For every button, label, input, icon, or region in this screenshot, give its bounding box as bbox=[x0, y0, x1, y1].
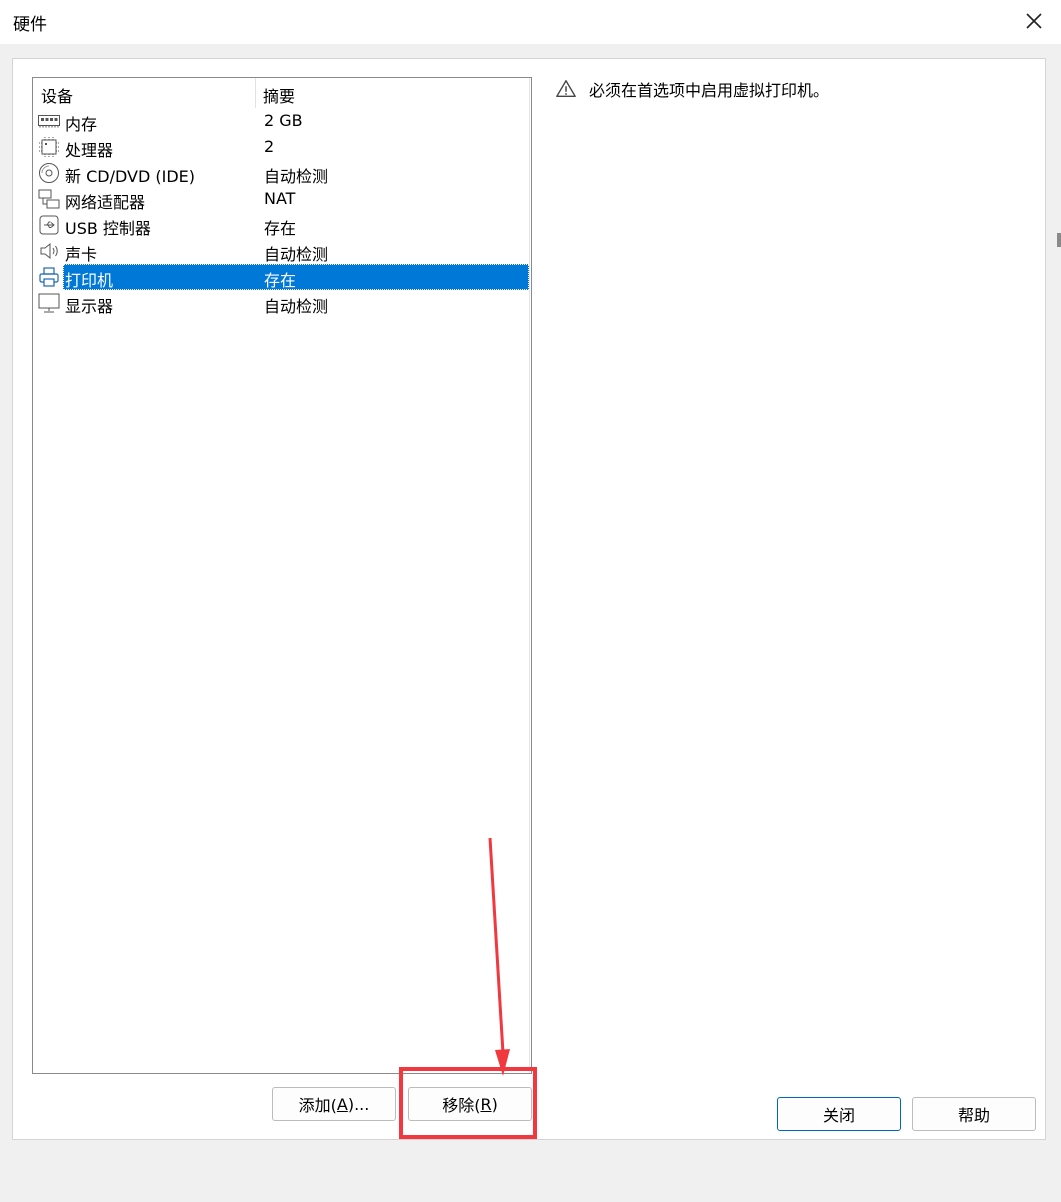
hardware-dialog: 硬件 设备 摘要 内存 2 GB 处理器 2 新 CD/DVD (IDE) 自动… bbox=[0, 0, 1061, 1202]
network-adapter-icon bbox=[38, 189, 60, 209]
device-name: 内存 bbox=[65, 115, 98, 134]
warning-icon bbox=[556, 80, 576, 98]
speaker-icon bbox=[40, 242, 58, 260]
warning-text: 必须在首选项中启用虚拟打印机。 bbox=[589, 81, 830, 100]
device-row-memory[interactable]: 内存 2 GB bbox=[33, 108, 531, 134]
device-name: USB 控制器 bbox=[65, 219, 151, 238]
device-summary: 存在 bbox=[264, 219, 297, 238]
column-divider[interactable] bbox=[255, 78, 256, 108]
device-name: 打印机 bbox=[65, 271, 114, 290]
help-button[interactable]: 帮助 bbox=[912, 1097, 1036, 1131]
device-row-sound-card[interactable]: 声卡 自动检测 bbox=[33, 238, 531, 264]
device-summary: 自动检测 bbox=[264, 245, 329, 264]
add-button[interactable]: 添加(A)... bbox=[272, 1087, 396, 1121]
device-list[interactable]: 设备 摘要 内存 2 GB 处理器 2 新 CD/DVD (IDE) 自动检测 … bbox=[32, 77, 532, 1074]
device-row-processor[interactable]: 处理器 2 bbox=[33, 134, 531, 160]
remove-button[interactable]: 移除(R) bbox=[408, 1087, 532, 1121]
remove-button-mnemonic: R bbox=[480, 1094, 492, 1114]
device-row-cd-dvd[interactable]: 新 CD/DVD (IDE) 自动检测 bbox=[33, 160, 531, 186]
remove-button-label-suffix: ) bbox=[491, 1094, 498, 1114]
device-summary: 存在 bbox=[264, 271, 297, 290]
warning-message: 必须在首选项中启用虚拟打印机。 bbox=[555, 77, 829, 101]
close-button[interactable]: 关闭 bbox=[777, 1097, 901, 1131]
device-summary: 自动检测 bbox=[264, 297, 329, 316]
processor-icon bbox=[39, 137, 59, 157]
device-name: 声卡 bbox=[65, 245, 98, 264]
add-button-label-suffix: )... bbox=[347, 1094, 370, 1114]
column-header-summary[interactable]: 摘要 bbox=[263, 83, 295, 107]
close-window-button[interactable] bbox=[1021, 8, 1047, 34]
usb-icon bbox=[39, 215, 59, 235]
display-icon bbox=[38, 293, 60, 313]
device-name: 网络适配器 bbox=[65, 193, 146, 212]
device-summary: 自动检测 bbox=[264, 167, 329, 186]
list-header: 设备 摘要 bbox=[33, 78, 531, 108]
device-row-usb-controller[interactable]: USB 控制器 存在 bbox=[33, 212, 531, 238]
memory-icon bbox=[38, 115, 60, 128]
cd-dvd-icon bbox=[39, 163, 59, 183]
device-name: 处理器 bbox=[65, 141, 114, 160]
device-summary: 2 bbox=[264, 137, 275, 156]
add-button-label-prefix: 添加( bbox=[298, 1096, 337, 1115]
window-title: 硬件 bbox=[13, 15, 47, 35]
device-row-network-adapter[interactable]: 网络适配器 NAT bbox=[33, 186, 531, 212]
column-header-device[interactable]: 设备 bbox=[41, 83, 73, 107]
device-row-printer[interactable]: 打印机 存在 bbox=[33, 264, 531, 290]
device-summary: NAT bbox=[264, 189, 296, 208]
device-summary: 2 GB bbox=[264, 111, 303, 130]
device-name: 显示器 bbox=[65, 297, 114, 316]
close-icon bbox=[1026, 13, 1042, 29]
window-edge-mark bbox=[1057, 233, 1061, 247]
printer-icon bbox=[39, 267, 59, 287]
device-row-display[interactable]: 显示器 自动检测 bbox=[33, 290, 531, 316]
title-bar: 硬件 bbox=[0, 0, 1061, 44]
content-panel: 设备 摘要 内存 2 GB 处理器 2 新 CD/DVD (IDE) 自动检测 … bbox=[12, 58, 1046, 1140]
remove-button-label-prefix: 移除( bbox=[442, 1096, 481, 1115]
device-name: 新 CD/DVD (IDE) bbox=[65, 167, 195, 186]
add-button-mnemonic: A bbox=[336, 1094, 348, 1114]
